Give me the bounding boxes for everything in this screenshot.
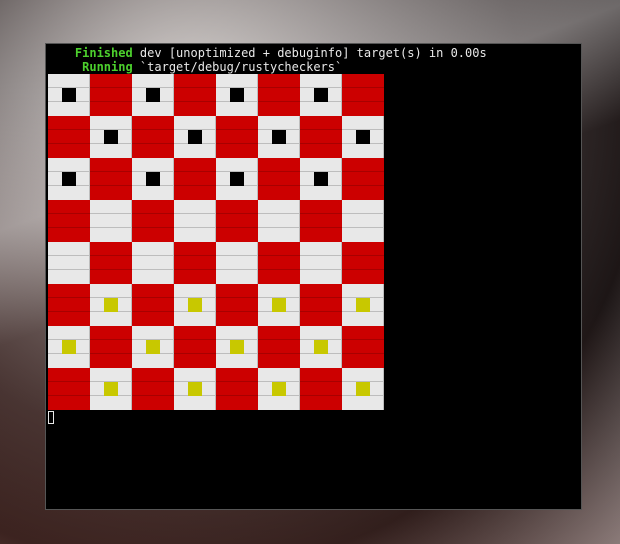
- board-square[interactable]: [174, 284, 216, 326]
- board-square[interactable]: [132, 368, 174, 410]
- board-square[interactable]: [132, 242, 174, 284]
- checkers-board[interactable]: [48, 74, 384, 410]
- board-square[interactable]: [342, 242, 384, 284]
- board-square[interactable]: [90, 368, 132, 410]
- board-square[interactable]: [132, 158, 174, 200]
- board-square[interactable]: [216, 242, 258, 284]
- board-square[interactable]: [258, 158, 300, 200]
- black-checker-piece[interactable]: [62, 172, 76, 186]
- yellow-checker-piece[interactable]: [230, 340, 244, 354]
- board-square[interactable]: [132, 326, 174, 368]
- board-square[interactable]: [90, 242, 132, 284]
- board-square[interactable]: [216, 326, 258, 368]
- board-square[interactable]: [342, 116, 384, 158]
- board-square[interactable]: [132, 200, 174, 242]
- board-square[interactable]: [342, 284, 384, 326]
- cargo-finished-line: Finished dev [unoptimized + debuginfo] t…: [46, 46, 487, 60]
- yellow-checker-piece[interactable]: [272, 298, 286, 312]
- board-square[interactable]: [300, 326, 342, 368]
- black-checker-piece[interactable]: [146, 172, 160, 186]
- board-square[interactable]: [174, 74, 216, 116]
- board-square[interactable]: [48, 368, 90, 410]
- black-checker-piece[interactable]: [314, 88, 328, 102]
- yellow-checker-piece[interactable]: [146, 340, 160, 354]
- board-square[interactable]: [90, 326, 132, 368]
- board-square[interactable]: [90, 116, 132, 158]
- board-square[interactable]: [300, 116, 342, 158]
- board-square[interactable]: [258, 368, 300, 410]
- board-square[interactable]: [174, 200, 216, 242]
- black-checker-piece[interactable]: [146, 88, 160, 102]
- board-square[interactable]: [342, 326, 384, 368]
- board-square[interactable]: [174, 158, 216, 200]
- yellow-checker-piece[interactable]: [104, 382, 118, 396]
- board-square[interactable]: [48, 326, 90, 368]
- board-square[interactable]: [90, 200, 132, 242]
- finished-message: dev [unoptimized + debuginfo] target(s) …: [132, 46, 487, 60]
- running-status: Running: [82, 60, 133, 74]
- black-checker-piece[interactable]: [272, 130, 286, 144]
- black-checker-piece[interactable]: [62, 88, 76, 102]
- running-message: `target/debug/rustycheckers`: [132, 60, 343, 74]
- yellow-checker-piece[interactable]: [62, 340, 76, 354]
- black-checker-piece[interactable]: [314, 172, 328, 186]
- board-square[interactable]: [258, 74, 300, 116]
- board-square[interactable]: [90, 284, 132, 326]
- board-square[interactable]: [174, 326, 216, 368]
- board-square[interactable]: [132, 284, 174, 326]
- board-square[interactable]: [300, 74, 342, 116]
- board-square[interactable]: [216, 200, 258, 242]
- board-square[interactable]: [216, 284, 258, 326]
- yellow-checker-piece[interactable]: [272, 382, 286, 396]
- board-square[interactable]: [258, 116, 300, 158]
- board-square[interactable]: [258, 200, 300, 242]
- board-square[interactable]: [174, 368, 216, 410]
- board-square[interactable]: [174, 116, 216, 158]
- board-square[interactable]: [216, 368, 258, 410]
- board-square[interactable]: [90, 74, 132, 116]
- cargo-running-line: Running `target/debug/rustycheckers`: [46, 60, 342, 74]
- board-square[interactable]: [174, 242, 216, 284]
- board-square[interactable]: [342, 200, 384, 242]
- black-checker-piece[interactable]: [230, 88, 244, 102]
- yellow-checker-piece[interactable]: [356, 298, 370, 312]
- board-square[interactable]: [48, 284, 90, 326]
- yellow-checker-piece[interactable]: [104, 298, 118, 312]
- board-square[interactable]: [258, 242, 300, 284]
- board-square[interactable]: [300, 158, 342, 200]
- yellow-checker-piece[interactable]: [356, 382, 370, 396]
- terminal-cursor: [48, 411, 54, 424]
- board-square[interactable]: [300, 242, 342, 284]
- board-square[interactable]: [342, 74, 384, 116]
- board-square[interactable]: [258, 284, 300, 326]
- yellow-checker-piece[interactable]: [188, 298, 202, 312]
- black-checker-piece[interactable]: [356, 130, 370, 144]
- board-square[interactable]: [300, 368, 342, 410]
- board-square[interactable]: [342, 158, 384, 200]
- board-square[interactable]: [342, 368, 384, 410]
- board-square[interactable]: [216, 158, 258, 200]
- board-square[interactable]: [300, 284, 342, 326]
- board-square[interactable]: [258, 326, 300, 368]
- board-square[interactable]: [48, 242, 90, 284]
- board-square[interactable]: [216, 116, 258, 158]
- board-square[interactable]: [300, 200, 342, 242]
- board-square[interactable]: [90, 158, 132, 200]
- board-square[interactable]: [48, 158, 90, 200]
- board-square[interactable]: [216, 74, 258, 116]
- board-square[interactable]: [132, 116, 174, 158]
- black-checker-piece[interactable]: [104, 130, 118, 144]
- yellow-checker-piece[interactable]: [188, 382, 202, 396]
- board-square[interactable]: [132, 74, 174, 116]
- board-square[interactable]: [48, 116, 90, 158]
- board-square[interactable]: [48, 74, 90, 116]
- terminal-window[interactable]: Finished dev [unoptimized + debuginfo] t…: [45, 43, 582, 510]
- black-checker-piece[interactable]: [188, 130, 202, 144]
- yellow-checker-piece[interactable]: [314, 340, 328, 354]
- black-checker-piece[interactable]: [230, 172, 244, 186]
- finished-status: Finished: [74, 46, 133, 60]
- board-square[interactable]: [48, 200, 90, 242]
